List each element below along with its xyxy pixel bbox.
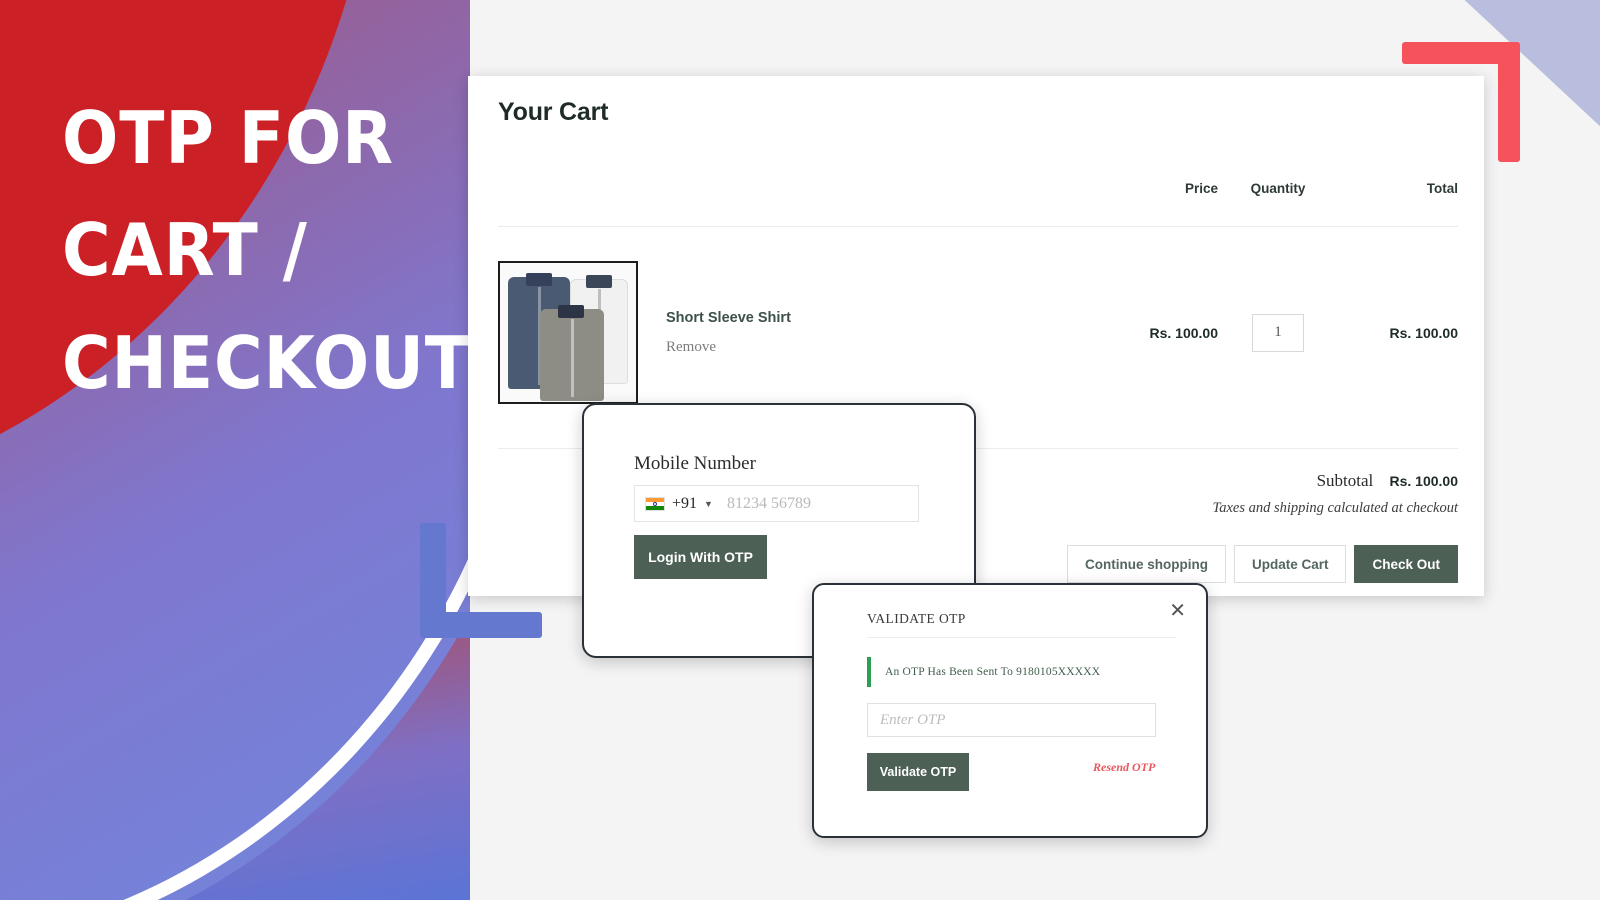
product-cell: Short Sleeve Shirt Remove bbox=[498, 261, 1068, 404]
alert-accent-bar bbox=[867, 657, 871, 687]
collar-navy-icon bbox=[526, 273, 552, 286]
india-flag-icon bbox=[645, 496, 665, 511]
remove-item-link[interactable]: Remove bbox=[666, 339, 791, 356]
otp-input-placeholder: Enter OTP bbox=[880, 711, 946, 728]
hero-line-1: OTP FOR bbox=[62, 96, 395, 180]
brand-left-panel: OTP FOR CART / CHECKOUT bbox=[0, 0, 470, 900]
country-code-label: +91 bbox=[672, 494, 698, 512]
subtotal-label: Subtotal bbox=[1316, 471, 1374, 490]
otp-input[interactable]: Enter OTP bbox=[867, 703, 1156, 737]
otp-sent-message: An OTP Has Been Sent To 9180105XXXXX bbox=[885, 666, 1101, 678]
continue-shopping-button[interactable]: Continue shopping bbox=[1066, 545, 1226, 583]
quantity-cell bbox=[1218, 313, 1338, 352]
product-name[interactable]: Short Sleeve Shirt bbox=[666, 310, 791, 326]
item-total: Rs. 100.00 bbox=[1389, 324, 1459, 341]
validate-otp-button[interactable]: Validate OTP bbox=[867, 753, 969, 791]
product-thumbnail[interactable] bbox=[498, 261, 638, 404]
phone-input-group[interactable]: +91 ▼ 81234 56789 bbox=[634, 485, 919, 522]
login-with-otp-button[interactable]: Login With OTP bbox=[634, 535, 767, 579]
mobile-number-label: Mobile Number bbox=[634, 453, 756, 474]
page-title: Your Cart bbox=[498, 98, 609, 126]
collar-white-icon bbox=[586, 275, 612, 288]
placket-grey-icon bbox=[571, 319, 574, 397]
hero-line-3: CHECKOUT bbox=[62, 320, 471, 405]
screenshot-stage: OTP FOR CART / CHECKOUT Your Cart Price … bbox=[0, 0, 1600, 900]
decorative-bracket-blue bbox=[420, 523, 542, 638]
subtotal-value: Rs. 100.00 bbox=[1389, 473, 1459, 489]
validate-otp-title: VALIDATE OTP bbox=[867, 611, 966, 626]
otp-sent-alert: An OTP Has Been Sent To 9180105XXXXX bbox=[867, 657, 1167, 687]
validate-otp-modal: VALIDATE OTP ✕ An OTP Has Been Sent To 9… bbox=[812, 583, 1208, 838]
check-out-button[interactable]: Check Out bbox=[1354, 545, 1458, 583]
resend-otp-link[interactable]: Resend OTP bbox=[1093, 760, 1155, 775]
cart-table-header: Price Quantity Total bbox=[498, 181, 1458, 196]
quantity-input[interactable] bbox=[1252, 313, 1304, 352]
column-header-quantity: Quantity bbox=[1250, 181, 1306, 196]
update-cart-button[interactable]: Update Cart bbox=[1233, 545, 1347, 583]
column-header-price: Price bbox=[1184, 181, 1218, 196]
chevron-down-icon[interactable]: ▼ bbox=[704, 499, 713, 509]
item-price: Rs. 100.00 bbox=[1149, 324, 1219, 341]
diagonal-band-pink-1 bbox=[1520, 0, 1600, 900]
phone-number-placeholder[interactable]: 81234 56789 bbox=[727, 495, 811, 513]
bracket-red-vertical bbox=[1498, 42, 1520, 162]
column-header-total: Total bbox=[1426, 181, 1458, 196]
modal-divider bbox=[867, 637, 1176, 638]
collar-grey-icon bbox=[558, 305, 584, 318]
table-row: Short Sleeve Shirt Remove Rs. 100.00 Rs.… bbox=[498, 226, 1458, 426]
product-info: Short Sleeve Shirt Remove bbox=[666, 310, 791, 356]
hero-line-2: CART / bbox=[62, 208, 308, 293]
close-icon[interactable]: ✕ bbox=[1169, 601, 1186, 621]
hero-heading: OTP FOR CART / CHECKOUT bbox=[62, 82, 471, 419]
bracket-blue-horizontal bbox=[420, 612, 542, 638]
